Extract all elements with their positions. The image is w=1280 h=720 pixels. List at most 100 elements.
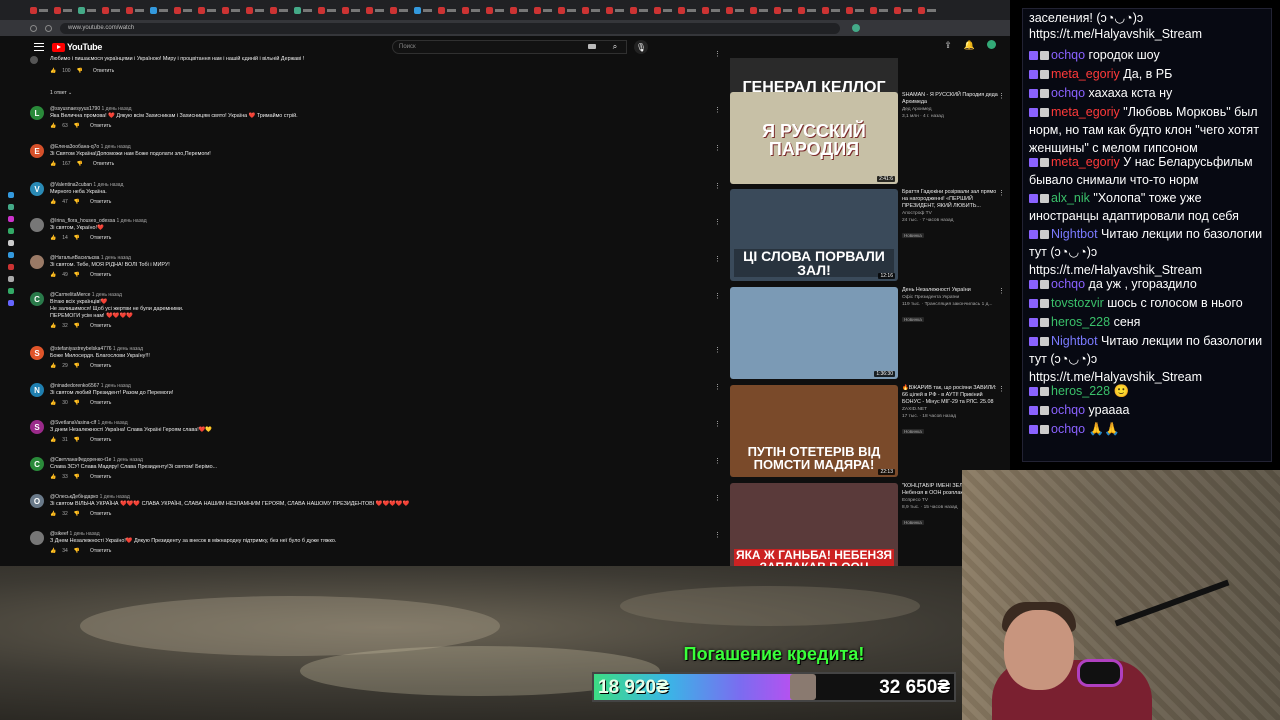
rail-icon[interactable] bbox=[8, 276, 14, 282]
like-icon[interactable]: 👍 bbox=[50, 123, 56, 129]
browser-tab[interactable] bbox=[364, 3, 386, 17]
more-options-icon[interactable]: ⋮ bbox=[714, 383, 721, 391]
comment-author[interactable]: @Valentina2cuban bbox=[50, 182, 92, 188]
like-icon[interactable]: 👍 bbox=[50, 474, 56, 480]
browser-tab[interactable] bbox=[28, 3, 50, 17]
like-icon[interactable]: 👍 bbox=[50, 199, 56, 205]
more-options-icon[interactable]: ⋮ bbox=[714, 218, 721, 226]
browser-tab[interactable] bbox=[892, 3, 914, 17]
browser-tab[interactable] bbox=[724, 3, 746, 17]
browser-tab[interactable] bbox=[316, 3, 338, 17]
dislike-icon[interactable]: 👎 bbox=[74, 400, 80, 406]
rail-icon[interactable] bbox=[8, 216, 14, 222]
browser-tab[interactable] bbox=[700, 3, 722, 17]
comment-avatar[interactable] bbox=[30, 531, 44, 545]
more-options-icon[interactable]: ⋮ bbox=[714, 50, 721, 58]
browser-tab[interactable] bbox=[484, 3, 506, 17]
video-thumbnail[interactable]: Я РУССКИЙ ПАРОДИЯ 2:41:6 bbox=[730, 92, 898, 184]
notifications-icon[interactable]: 🔔 bbox=[964, 40, 975, 51]
rail-icon[interactable] bbox=[8, 264, 14, 270]
browser-tab[interactable] bbox=[532, 3, 554, 17]
browser-tab[interactable] bbox=[100, 3, 122, 17]
chat-username[interactable]: Nightbot bbox=[1051, 227, 1098, 241]
like-icon[interactable]: 👍 bbox=[50, 400, 56, 406]
comment-author[interactable]: @ssyusnaesyyus1790 bbox=[50, 106, 100, 112]
dislike-icon[interactable]: 👎 bbox=[77, 161, 83, 167]
comment-avatar[interactable]: C bbox=[30, 292, 44, 306]
rail-icon[interactable] bbox=[8, 300, 14, 306]
video-channel[interactable]: ZAXID.NET bbox=[902, 406, 1002, 413]
browser-tab[interactable] bbox=[556, 3, 578, 17]
reply-button[interactable]: Ответить bbox=[90, 272, 111, 278]
comment-author[interactable]: @CarmelitaMerce bbox=[50, 292, 90, 298]
rail-icon[interactable] bbox=[8, 288, 14, 294]
menu-icon[interactable] bbox=[34, 43, 44, 51]
browser-tab[interactable] bbox=[652, 3, 674, 17]
comment-avatar[interactable] bbox=[30, 255, 44, 269]
dislike-icon[interactable]: 👎 bbox=[74, 199, 80, 205]
comment-author[interactable]: @stefaniyastreybelska4776 bbox=[50, 346, 112, 352]
browser-tab[interactable] bbox=[844, 3, 866, 17]
search-button[interactable]: ⌕ bbox=[604, 40, 626, 54]
video-title[interactable]: 🔥ВЖАРИВ так, що росіяни ЗАВИЛИ: 66 цілей… bbox=[902, 385, 1002, 406]
video-thumbnail[interactable]: 1:36:30 bbox=[730, 287, 898, 379]
comment-avatar[interactable]: N bbox=[30, 383, 44, 397]
comment-author[interactable]: @ninadedorenko6567 bbox=[50, 383, 99, 389]
dislike-icon[interactable]: 👎 bbox=[74, 437, 80, 443]
browser-tab[interactable] bbox=[460, 3, 482, 17]
more-options-icon[interactable]: ⋮ bbox=[998, 189, 1005, 197]
browser-tab[interactable] bbox=[388, 3, 410, 17]
more-options-icon[interactable]: ⋮ bbox=[714, 144, 721, 152]
chat-username[interactable]: Nightbot bbox=[1051, 334, 1098, 348]
like-icon[interactable]: 👍 bbox=[50, 363, 56, 369]
like-icon[interactable]: 👍 bbox=[50, 323, 56, 329]
rail-icon[interactable] bbox=[8, 204, 14, 210]
video-thumbnail[interactable]: ЯКА Ж ГАНЬБА! НЕБЕНЗЯ ЗАПЛАКАВ В ООН bbox=[730, 483, 898, 566]
more-options-icon[interactable]: ⋮ bbox=[998, 385, 1005, 393]
comment-author[interactable]: @СветланаФедоренко-t1e bbox=[50, 457, 111, 463]
comment-author[interactable]: @НатальяВасильєва bbox=[50, 255, 99, 261]
dislike-icon[interactable]: 👎 bbox=[74, 323, 80, 329]
comment-avatar[interactable]: S bbox=[30, 346, 44, 360]
video-thumbnail[interactable]: ПУТІН ОТЕТЕРІВ ВІД ПОМСТИ МАДЯРА! 22:13 bbox=[730, 385, 898, 477]
replies-toggle[interactable]: 1 ответ ⌄ bbox=[50, 90, 72, 96]
reply-button[interactable]: Ответить bbox=[90, 400, 111, 406]
video-channel[interactable]: Апостроф TV bbox=[902, 210, 1002, 217]
reply-button[interactable]: Ответить bbox=[90, 123, 111, 129]
reply-button[interactable]: Ответить bbox=[90, 437, 111, 443]
video-title[interactable]: День Незалежності України bbox=[902, 287, 1002, 294]
browser-tab[interactable] bbox=[124, 3, 146, 17]
like-icon[interactable]: 👍 bbox=[50, 548, 56, 554]
browser-tab[interactable] bbox=[52, 3, 74, 17]
video-channel[interactable]: Дед Архимед bbox=[902, 106, 1002, 113]
comment-avatar[interactable] bbox=[30, 56, 38, 64]
chat-username[interactable]: tovstozvir bbox=[1051, 296, 1104, 310]
more-options-icon[interactable]: ⋮ bbox=[714, 106, 721, 114]
video-title[interactable]: SHAMAN - Я РУССКИЙ Пародия деда Архимеда bbox=[902, 92, 1002, 106]
like-icon[interactable]: 👍 bbox=[50, 235, 56, 241]
more-options-icon[interactable]: ⋮ bbox=[714, 457, 721, 465]
browser-tab[interactable] bbox=[76, 3, 98, 17]
recommended-video[interactable]: ПУТІН ОТЕТЕРІВ ВІД ПОМСТИ МАДЯРА! 22:13 … bbox=[730, 385, 1005, 477]
chat-username[interactable]: ochqo bbox=[1051, 422, 1085, 436]
browser-tab[interactable] bbox=[292, 3, 314, 17]
reply-button[interactable]: Ответить bbox=[90, 235, 111, 241]
url-field[interactable]: www.youtube.com/watch bbox=[60, 22, 840, 34]
browser-tab[interactable] bbox=[676, 3, 698, 17]
like-icon[interactable]: 👍 bbox=[50, 161, 56, 167]
rail-icon[interactable] bbox=[8, 192, 14, 198]
dislike-icon[interactable]: 👎 bbox=[74, 511, 80, 517]
browser-tab[interactable] bbox=[436, 3, 458, 17]
comment-avatar[interactable]: S bbox=[30, 420, 44, 434]
more-options-icon[interactable]: ⋮ bbox=[714, 531, 721, 539]
dislike-icon[interactable]: 👎 bbox=[74, 123, 80, 129]
more-options-icon[interactable]: ⋮ bbox=[714, 255, 721, 263]
browser-tab[interactable] bbox=[868, 3, 890, 17]
chat-username[interactable]: ochqo bbox=[1051, 86, 1085, 100]
reply-button[interactable]: Ответить bbox=[90, 363, 111, 369]
reply-button[interactable]: Ответить bbox=[93, 68, 114, 74]
chat-username[interactable]: ochqo bbox=[1051, 48, 1085, 62]
upload-icon[interactable]: ⇪ bbox=[944, 40, 952, 51]
like-icon[interactable]: 👍 bbox=[50, 511, 56, 517]
dislike-icon[interactable]: 👎 bbox=[74, 548, 80, 554]
